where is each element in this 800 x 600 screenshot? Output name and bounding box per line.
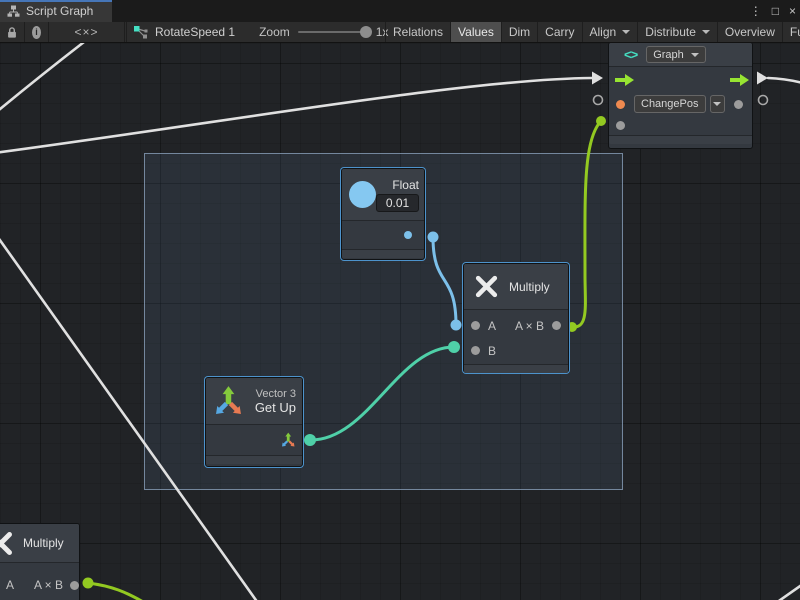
node-footer	[342, 249, 424, 258]
node-multiply-offscreen[interactable]: Multiply A A × B	[0, 523, 80, 600]
value-input-port[interactable]	[616, 121, 625, 130]
code-preview-toggle[interactable]: <×>	[49, 22, 125, 42]
flow-wire-bottom-right	[776, 584, 800, 600]
changepos-caret-button[interactable]	[710, 95, 725, 113]
node-title: Multiply	[509, 280, 550, 294]
port-row-a: A A × B	[0, 571, 79, 599]
multiply2-ports: A A × B	[0, 571, 79, 599]
open-port-circle-left[interactable]	[594, 96, 603, 105]
node-footer	[206, 455, 302, 464]
value-port-row	[609, 115, 752, 135]
graph-reference-label: RotateSpeed 1	[155, 25, 235, 39]
open-port-circle-right[interactable]	[759, 96, 768, 105]
output-port[interactable]	[552, 321, 561, 330]
wire-multiply2-output	[88, 583, 145, 600]
graph-reference-breadcrumb[interactable]: RotateSpeed 1	[126, 22, 243, 42]
chevron-down-icon	[702, 30, 710, 34]
float-type-icon	[349, 181, 376, 208]
multiply-x-icon	[0, 530, 14, 557]
close-icon[interactable]: ×	[789, 5, 796, 17]
flow-arrowhead-right	[757, 72, 768, 85]
event-output-port[interactable]	[734, 100, 743, 109]
maximize-icon[interactable]: □	[772, 5, 779, 17]
graph-dropdown[interactable]: Graph	[646, 46, 706, 63]
node-multiply[interactable]: Multiply A A × B B	[463, 263, 569, 373]
overview-button[interactable]: Overview	[718, 22, 783, 42]
graph-toolbar: i <×> RotateSpeed 1 Zoom 1x Relations Va…	[0, 22, 800, 43]
flow-input-arrow-icon[interactable]	[615, 73, 634, 87]
window-menu-icon[interactable]: ⋮	[750, 5, 762, 17]
wire-endpoint-dot	[83, 578, 94, 589]
node-get-up[interactable]: Vector 3 Get Up	[205, 377, 303, 467]
dim-button[interactable]: Dim	[502, 22, 538, 42]
align-dropdown[interactable]: Align	[583, 22, 639, 42]
lock-button[interactable]	[0, 22, 25, 42]
wire-endpoint-dot	[596, 116, 606, 126]
event-port-row: ChangePos	[609, 93, 752, 115]
port-row-b: B	[464, 338, 568, 363]
node-footer	[464, 364, 568, 373]
input-port-b[interactable]	[471, 346, 480, 355]
flow-wire-out-of-graph-node	[768, 78, 800, 83]
chevron-down-icon	[691, 53, 699, 57]
flow-arrowhead-left	[592, 72, 603, 85]
tab-title: Script Graph	[26, 4, 93, 18]
script-graph-hierarchy-icon	[7, 5, 20, 17]
values-button[interactable]: Values	[451, 22, 502, 42]
vector3-output-port-icon[interactable]	[280, 432, 297, 448]
code-preview-icon: <×>	[74, 25, 98, 39]
node-title: Float	[392, 178, 419, 192]
flow-output-arrow-icon[interactable]	[730, 73, 749, 87]
graph-asset-icon	[133, 25, 149, 40]
tab-script-graph[interactable]: Script Graph	[0, 0, 112, 22]
chevron-down-icon	[622, 30, 630, 34]
getup-header: Vector 3 Get Up	[206, 378, 302, 425]
titlebar: Script Graph ⋮ □ ×	[0, 0, 800, 22]
zoom-slider[interactable]	[298, 31, 368, 33]
graph-code-icon: <>	[624, 47, 637, 62]
node-type-label: Vector 3	[256, 388, 296, 400]
script-graph-window: Script Graph ⋮ □ × i <×>	[0, 0, 800, 600]
info-button[interactable]: i	[25, 22, 49, 42]
float-value-field[interactable]: 0.01	[376, 194, 419, 212]
multiply-ports: A A × B B	[464, 310, 568, 364]
node-float[interactable]: Float 0.01	[341, 168, 425, 260]
lock-icon	[7, 26, 17, 39]
float-output-port[interactable]	[404, 231, 412, 239]
port-row-a: A A × B	[464, 313, 568, 338]
window-controls: ⋮ □ ×	[750, 0, 796, 22]
vector3-axis-icon	[212, 385, 246, 417]
info-icon: i	[32, 26, 41, 39]
flow-wire-top-left	[0, 43, 84, 114]
changepos-dropdown[interactable]: ChangePos	[634, 95, 706, 113]
float-port-row	[342, 221, 424, 249]
output-port[interactable]	[70, 581, 79, 590]
float-header: Float 0.01	[342, 169, 424, 221]
multiply2-header: Multiply	[0, 524, 79, 563]
node-title: Multiply	[23, 536, 64, 550]
graph-canvas[interactable]: <> Graph ChangeP	[0, 43, 800, 600]
carry-button[interactable]: Carry	[538, 22, 582, 42]
multiply-x-icon	[474, 274, 499, 299]
zoom-label: Zoom	[259, 25, 290, 39]
node-graph-unit[interactable]: <> Graph ChangeP	[608, 43, 753, 149]
event-input-port[interactable]	[616, 100, 625, 109]
getup-port-row	[206, 425, 302, 455]
chevron-down-icon	[713, 102, 721, 106]
node-footer	[609, 135, 752, 144]
relations-button[interactable]: Relations	[385, 22, 451, 42]
node-title: Get Up	[255, 400, 296, 415]
flow-ports-row	[609, 67, 752, 93]
graph-unit-header: <> Graph	[609, 43, 752, 67]
zoom-slider-handle[interactable]	[360, 26, 372, 38]
multiply-header: Multiply	[464, 264, 568, 310]
zoom-control: Zoom 1x	[243, 22, 388, 42]
full-screen-button[interactable]: Full Screen	[783, 22, 800, 42]
input-port-a[interactable]	[471, 321, 480, 330]
flow-wire-into-graph-node	[0, 78, 592, 153]
toolbar-view-options: Relations Values Dim Carry Align Distrib…	[385, 22, 800, 42]
distribute-dropdown[interactable]: Distribute	[638, 22, 718, 42]
